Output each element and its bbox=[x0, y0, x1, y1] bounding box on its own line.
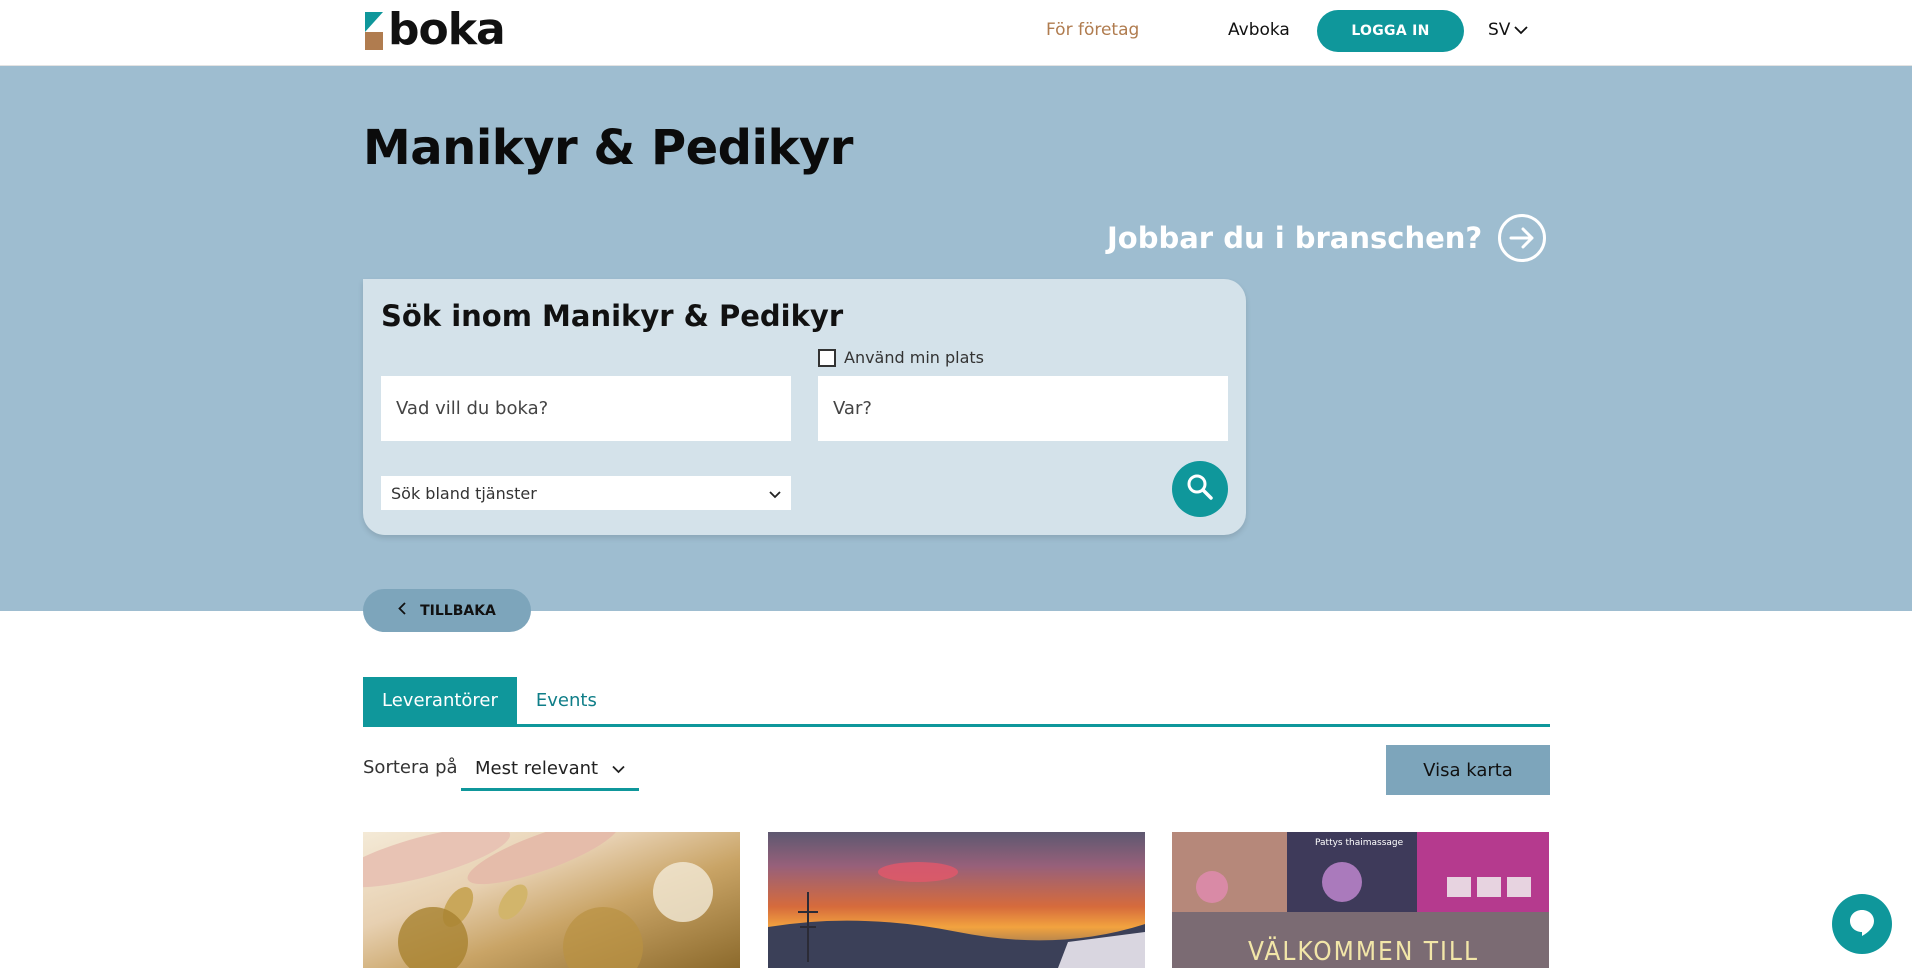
what-search-input[interactable]: Vad vill du boka? bbox=[381, 376, 791, 441]
service-select[interactable]: Sök bland tjänster bbox=[381, 476, 791, 510]
card-badge-text: Pattys thaimassage bbox=[1315, 838, 1404, 848]
chevron-left-icon bbox=[398, 602, 406, 619]
use-location-label: Använd min plats bbox=[844, 348, 985, 367]
language-selector[interactable]: SV bbox=[1488, 20, 1529, 40]
chevron-down-icon bbox=[769, 484, 781, 503]
result-card-image[interactable] bbox=[768, 832, 1145, 968]
search-button[interactable] bbox=[1172, 461, 1228, 517]
search-icon bbox=[1186, 473, 1214, 505]
nav-for-business-link[interactable]: För företag bbox=[1046, 20, 1139, 40]
chevron-down-icon bbox=[1514, 20, 1529, 40]
logo-text: boka bbox=[388, 4, 506, 55]
page-title: Manikyr & Pedikyr bbox=[363, 120, 853, 176]
chevron-down-icon bbox=[612, 758, 625, 779]
sort-label: Sortera på bbox=[363, 757, 458, 778]
sort-select[interactable]: Mest relevant bbox=[461, 748, 639, 791]
results-tabs: Leverantörer Events bbox=[363, 677, 1550, 727]
industry-link-label: Jobbar du i branschen? bbox=[1107, 221, 1483, 255]
use-location-checkbox[interactable] bbox=[818, 348, 836, 367]
service-select-label: Sök bland tjänster bbox=[391, 483, 537, 503]
card-overlay-text: VÄLKOMMEN TILL bbox=[1248, 937, 1479, 967]
nav-cancel-booking-link[interactable]: Avboka bbox=[1228, 20, 1290, 40]
where-search-input[interactable]: Var? bbox=[818, 376, 1228, 441]
result-card-image[interactable] bbox=[363, 832, 740, 968]
industry-link[interactable]: Jobbar du i branschen? bbox=[1107, 214, 1547, 262]
arrow-right-icon bbox=[1498, 214, 1547, 262]
boka-logo[interactable]: boka bbox=[363, 4, 506, 55]
login-button[interactable]: LOGGA IN bbox=[1317, 10, 1464, 52]
tab-suppliers[interactable]: Leverantörer bbox=[363, 677, 517, 724]
sort-selected-value: Mest relevant bbox=[475, 757, 599, 779]
chat-button[interactable] bbox=[1832, 894, 1892, 954]
search-title: Sök inom Manikyr & Pedikyr bbox=[381, 299, 844, 333]
back-button[interactable]: TILLBAKA bbox=[363, 589, 531, 632]
logo-mark-icon bbox=[363, 10, 385, 54]
site-header: boka För företag Avboka LOGGA IN SV bbox=[0, 0, 1912, 66]
use-location-option[interactable]: Använd min plats bbox=[818, 348, 984, 367]
back-button-label: TILLBAKA bbox=[420, 602, 496, 619]
tab-events[interactable]: Events bbox=[517, 677, 616, 724]
show-map-button[interactable]: Visa karta bbox=[1386, 745, 1550, 795]
language-code: SV bbox=[1488, 20, 1511, 40]
chat-bubble-icon bbox=[1847, 907, 1877, 941]
search-panel: Sök inom Manikyr & Pedikyr Använd min pl… bbox=[363, 279, 1246, 535]
